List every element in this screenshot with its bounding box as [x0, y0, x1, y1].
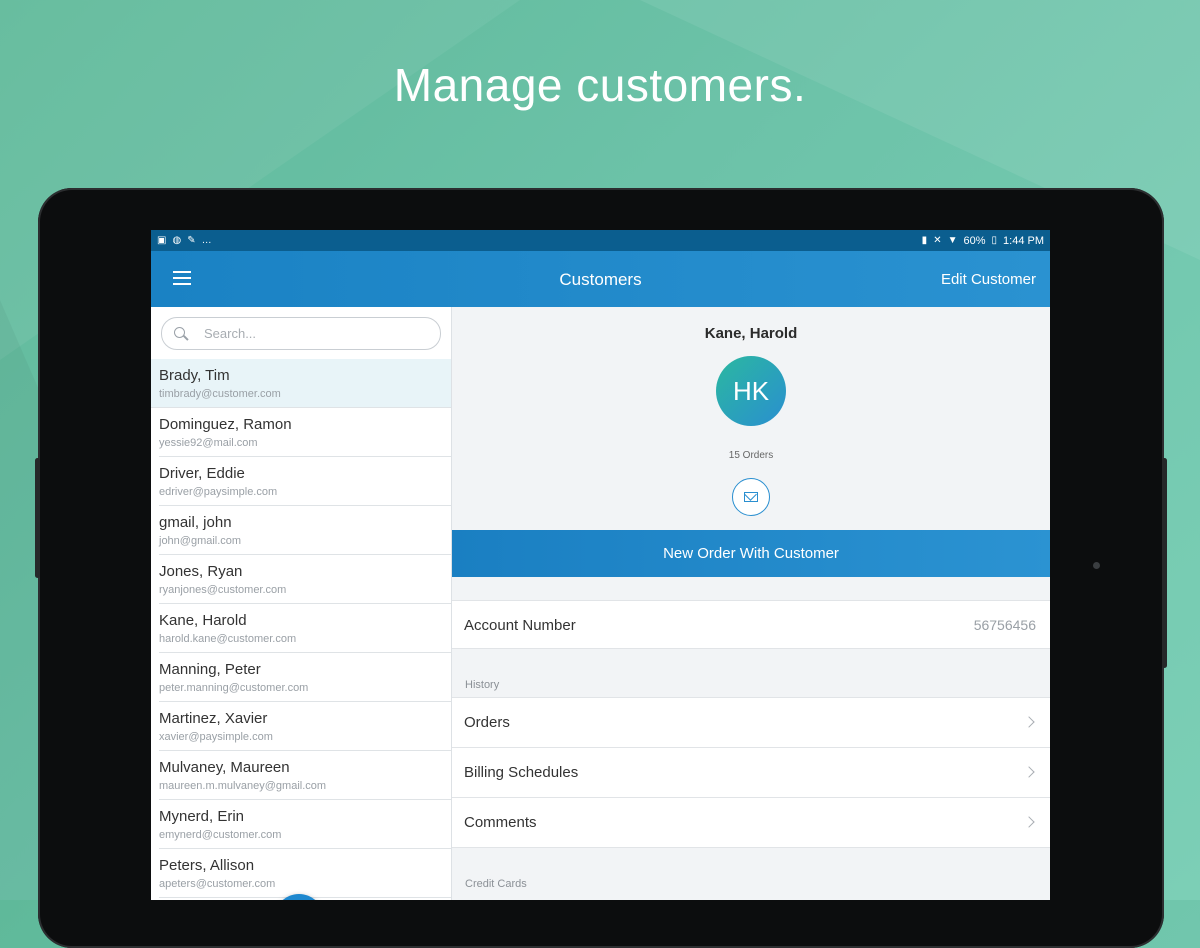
credit-cards-title: Credit Cards: [465, 878, 527, 890]
edit-notification-icon: ✎: [187, 234, 196, 246]
customer-list-email: peter.manning@customer.com: [159, 682, 309, 694]
customer-list-name: Martinez, Xavier: [159, 710, 268, 727]
globe-notification-icon: ◍: [172, 234, 182, 246]
headline: Manage customers.: [393, 59, 807, 111]
status-bar: ▣ ◍ ✎ … ▮ ✕ ▼ 60% ▯ 1:44 PM: [151, 230, 1050, 251]
history-item-label: Comments: [464, 814, 537, 831]
search-box[interactable]: [161, 317, 441, 350]
list-item[interactable]: gmail, john john@gmail.com: [159, 506, 451, 555]
list-item[interactable]: Mulvaney, Maureen maureen.m.mulvaney@gmai…: [159, 751, 451, 800]
list-item[interactable]: Dominguez, Ramon yessie92@mail.com: [159, 408, 451, 457]
customer-list-email: ryanjones@customer.com: [159, 584, 287, 596]
envelope-icon: [744, 492, 758, 502]
chevron-right-icon: [1023, 716, 1035, 728]
orders-count: 15 Orders: [728, 450, 774, 461]
history-title: History: [465, 679, 500, 691]
edit-customer-button[interactable]: Edit Customer: [941, 271, 1036, 288]
more-notifications-icon: …: [201, 234, 212, 246]
customer-list-name: Dominguez, Ramon: [159, 416, 292, 433]
account-card: Account Number 56756456: [452, 600, 1050, 649]
customer-list: Brady, Tim timbrady@customer.com Dominguez…: [151, 359, 451, 898]
list-item[interactable]: Manning, Peter peter.manning@customer.com: [159, 653, 451, 702]
customer-list-email: harold.kane@customer.com: [159, 633, 297, 645]
customer-list-email: apeters@customer.com: [159, 878, 276, 890]
list-item[interactable]: Peters, Allison apeters@customer.com: [159, 849, 451, 898]
image-notification-icon: ▣: [157, 234, 167, 246]
avatar: HK: [716, 356, 786, 426]
account-number-label: Account Number: [464, 617, 576, 634]
list-item[interactable]: Kane, Harold harold.kane@customer.com: [159, 604, 451, 653]
customer-list-email: yessie92@mail.com: [159, 437, 258, 449]
customer-list-email: emynerd@customer.com: [159, 829, 282, 841]
search-icon: [174, 326, 188, 341]
wifi-icon: ▼: [947, 234, 958, 246]
customer-profile: Kane, Harold HK 15 Orders: [452, 307, 1050, 530]
device-screen: ▣ ◍ ✎ … ▮ ✕ ▼ 60% ▯ 1:44 PM Customers Ed…: [151, 230, 1050, 900]
customer-list-name: Brady, Tim: [159, 367, 230, 384]
search-input[interactable]: [202, 325, 406, 342]
list-item[interactable]: Driver, Eddie edriver@paysimple.com: [159, 457, 451, 506]
battery-level: 60%: [963, 234, 986, 247]
app-bar: Customers Edit Customer: [151, 251, 1050, 307]
history-section-header: History: [452, 649, 1050, 697]
email-button[interactable]: [732, 478, 770, 516]
page-title: Customers: [559, 270, 642, 289]
history-item-label: Billing Schedules: [464, 764, 579, 781]
account-number-value: 56756456: [973, 617, 1036, 633]
customer-list-name: gmail, john: [159, 514, 232, 531]
customer-list-pane: Brady, Tim timbrady@customer.com Dominguez…: [151, 307, 452, 900]
clock: 1:44 PM: [1003, 234, 1044, 247]
customer-list-name: Peters, Allison: [159, 857, 255, 874]
customer-detail-pane: Kane, Harold HK 15 Orders New Order With…: [452, 307, 1050, 900]
customer-list-name: Mynerd, Erin: [159, 808, 245, 825]
mute-icon: ✕: [933, 234, 942, 246]
battery-saver-icon: ▮: [921, 234, 928, 246]
list-item[interactable]: Mynerd, Erin emynerd@customer.com: [159, 800, 451, 849]
customer-name: Kane, Harold: [704, 325, 798, 342]
customer-list-email: xavier@paysimple.com: [159, 731, 273, 743]
customer-list-email: edriver@paysimple.com: [159, 486, 278, 498]
customer-list-name: Mulvaney, Maureen: [159, 759, 290, 776]
chevron-right-icon: [1023, 816, 1035, 828]
customer-list-name: Kane, Harold: [159, 612, 247, 629]
account-number-row: Account Number 56756456: [452, 601, 1050, 648]
credit-cards-section-header: Credit Cards: [452, 848, 1050, 896]
history-item-orders[interactable]: Orders: [452, 698, 1050, 748]
history-item-comments[interactable]: Comments: [452, 798, 1050, 847]
customer-list-name: Jones, Ryan: [159, 563, 243, 580]
history-item-label: Orders: [464, 714, 510, 731]
history-card: Orders Billing Schedules Comments: [452, 697, 1050, 848]
list-item[interactable]: Brady, Tim timbrady@customer.com: [151, 359, 451, 408]
volume-button: [35, 458, 40, 578]
customer-list-email: john@gmail.com: [159, 535, 242, 547]
power-button: [1162, 458, 1167, 668]
customer-list-email: timbrady@customer.com: [159, 388, 281, 400]
list-item[interactable]: Jones, Ryan ryanjones@customer.com: [159, 555, 451, 604]
battery-icon: ▯: [991, 234, 998, 246]
camera-icon: [1093, 562, 1100, 569]
chevron-right-icon: [1023, 766, 1035, 778]
list-item[interactable]: Martinez, Xavier xavier@paysimple.com: [159, 702, 451, 751]
customer-list-name: Driver, Eddie: [159, 465, 245, 482]
history-item-billing-schedules[interactable]: Billing Schedules: [452, 748, 1050, 798]
new-order-button[interactable]: New Order With Customer: [452, 530, 1050, 577]
customer-list-email: maureen.m.mulvaney@gmail.com: [159, 780, 327, 792]
customer-list-name: Manning, Peter: [159, 661, 261, 678]
